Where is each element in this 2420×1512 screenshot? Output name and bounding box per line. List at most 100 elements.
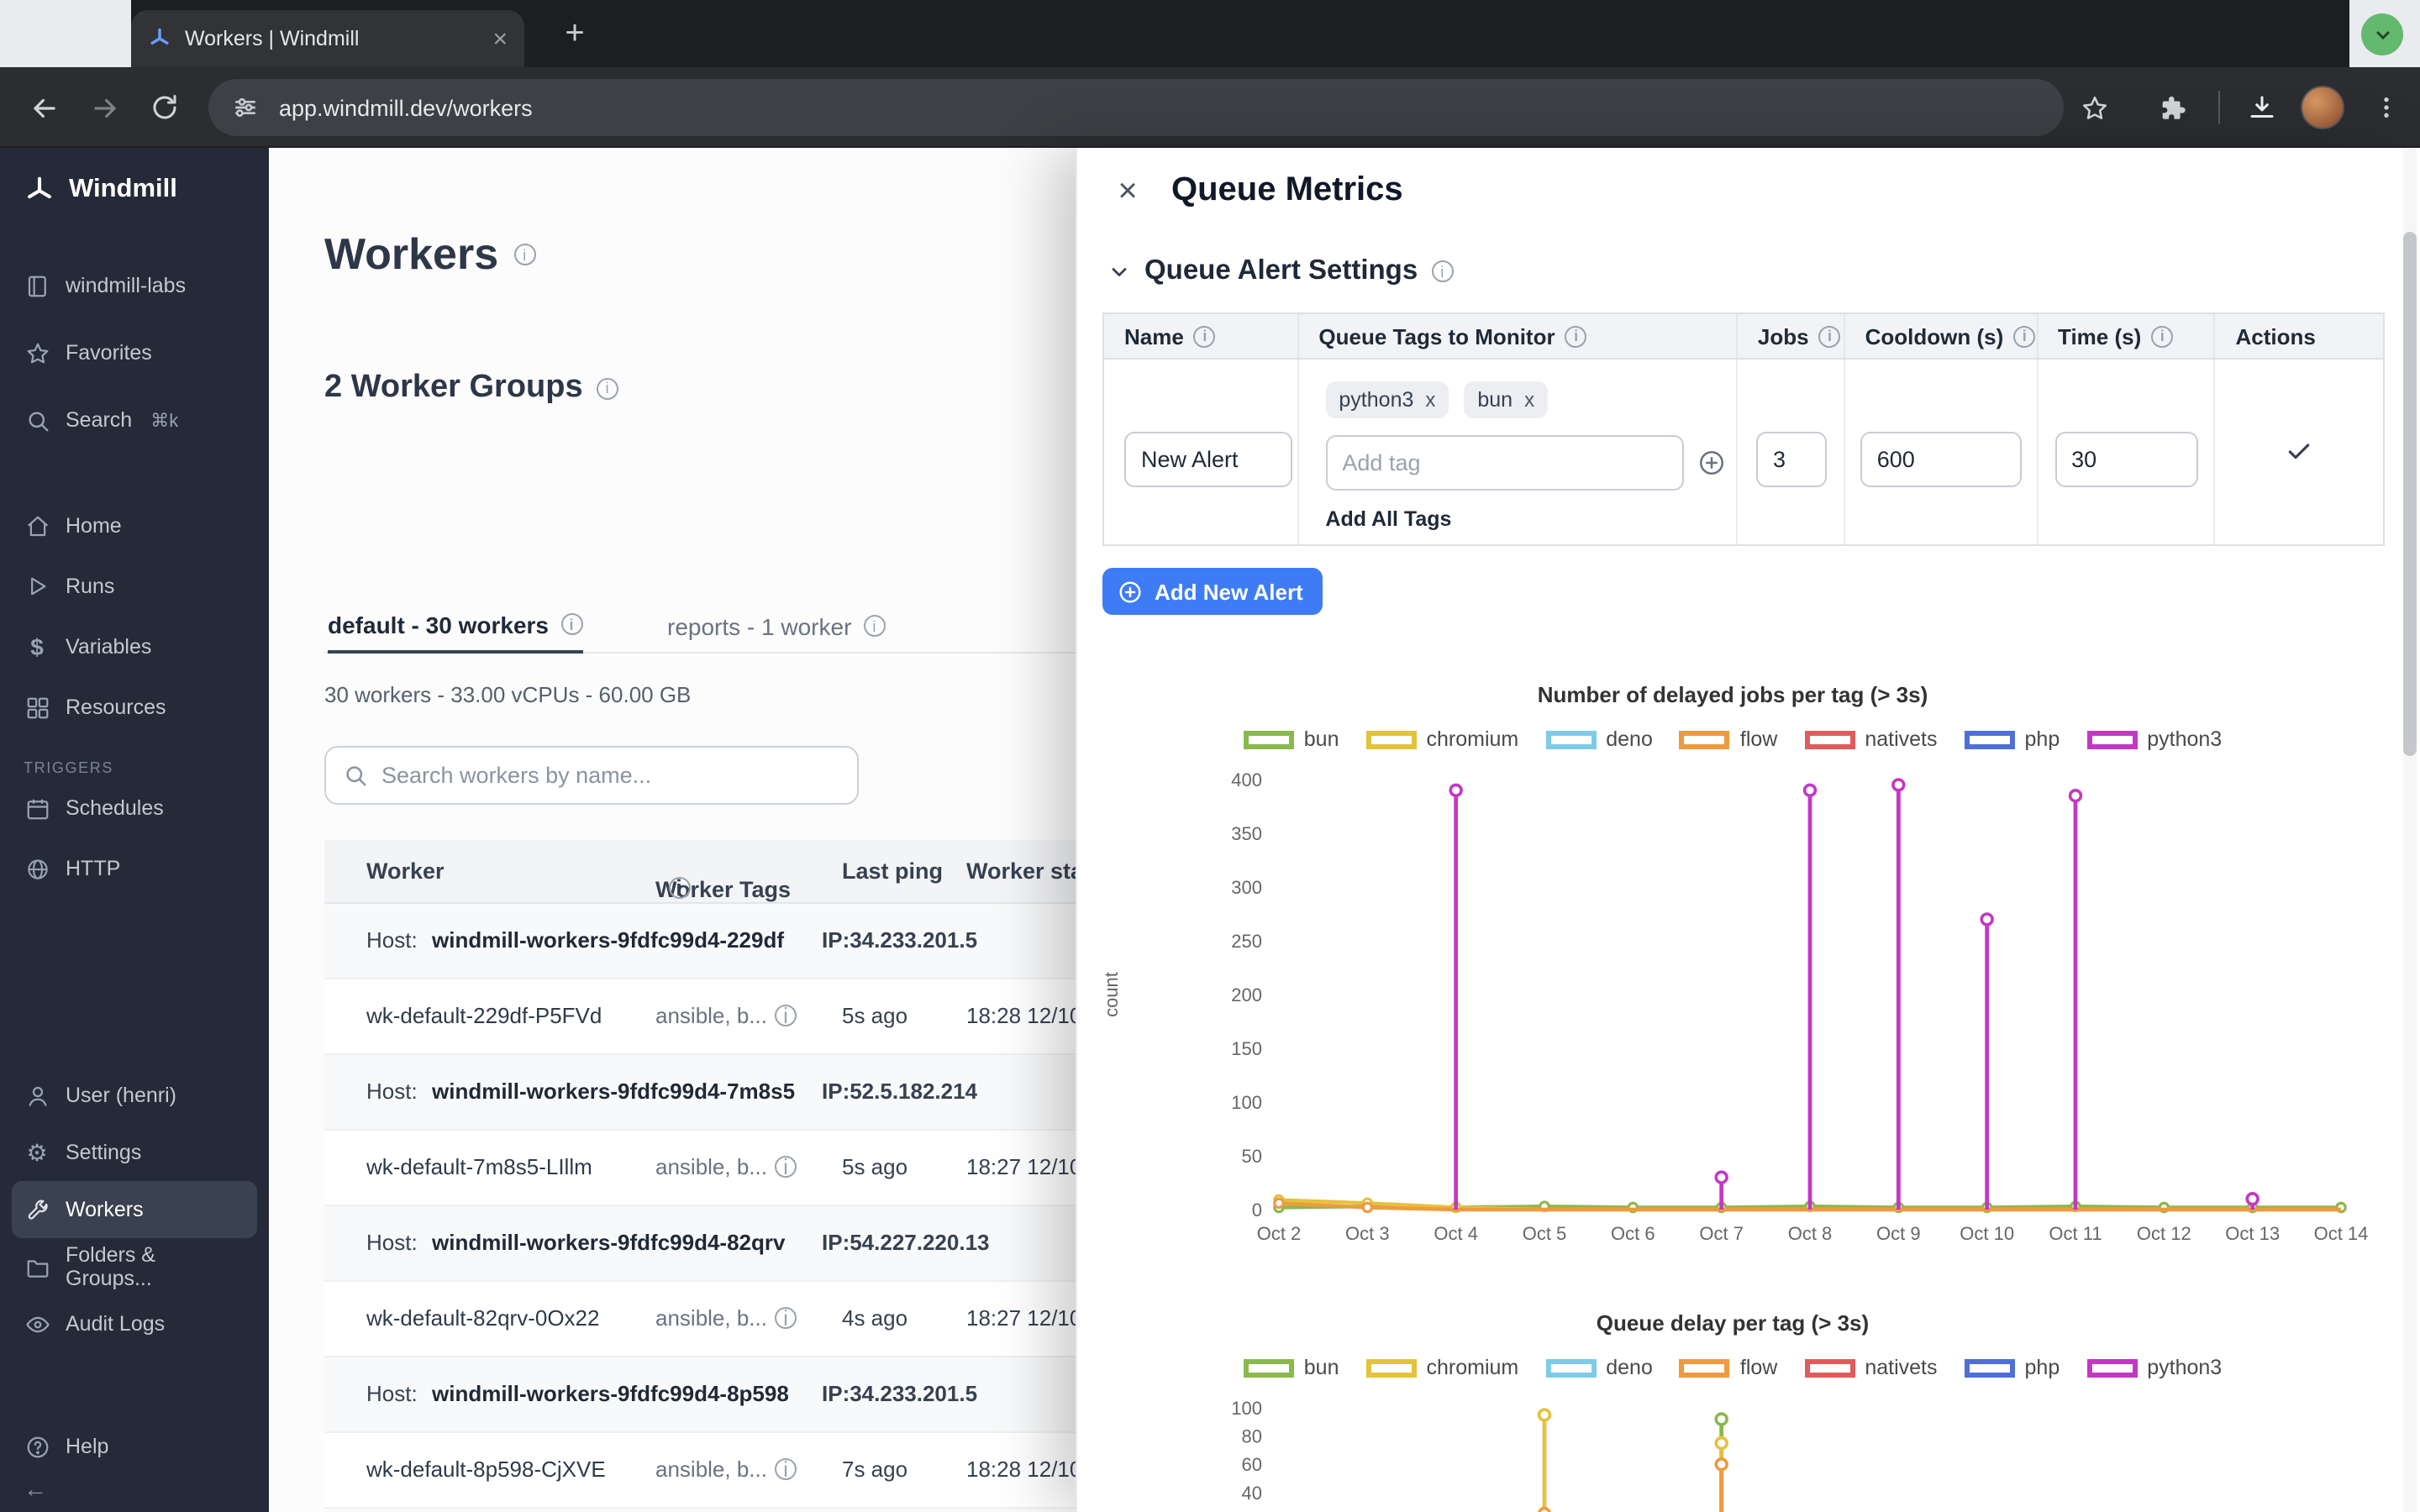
sidebar-item-runs[interactable]: Runs bbox=[0, 556, 269, 617]
svg-text:Oct 8: Oct 8 bbox=[1788, 1223, 1833, 1244]
svg-text:Oct 6: Oct 6 bbox=[1611, 1223, 1655, 1244]
legend-nativets[interactable]: nativets bbox=[1804, 1356, 1937, 1379]
extensions-icon[interactable] bbox=[2151, 87, 2191, 128]
chevron-down-icon[interactable] bbox=[1107, 260, 1131, 283]
legend-flow[interactable]: flow bbox=[1680, 727, 1777, 751]
sidebar-item-variables[interactable]: $ Variables bbox=[0, 617, 269, 677]
info-icon[interactable] bbox=[597, 377, 618, 399]
col-name: Name bbox=[1124, 323, 1184, 349]
info-icon[interactable] bbox=[560, 613, 582, 635]
info-icon[interactable] bbox=[775, 1005, 797, 1026]
worker-groups-heading: 2 Worker Groups bbox=[324, 370, 583, 407]
sidebar-item-search[interactable]: Search ⌘k bbox=[0, 386, 269, 454]
legend-flow[interactable]: flow bbox=[1680, 1356, 1777, 1379]
legend-php[interactable]: php bbox=[1965, 1356, 2060, 1379]
sidebar-item-user[interactable]: User (henri) bbox=[0, 1067, 269, 1124]
add-tag-input[interactable] bbox=[1325, 435, 1683, 491]
info-icon[interactable] bbox=[1565, 325, 1587, 347]
info-icon[interactable] bbox=[1819, 325, 1841, 347]
legend-nativets[interactable]: nativets bbox=[1804, 727, 1937, 751]
info-icon[interactable] bbox=[1431, 260, 1453, 282]
legend-swatch bbox=[1545, 730, 1596, 748]
legend-label: deno bbox=[1606, 1356, 1653, 1379]
close-icon[interactable]: × bbox=[1101, 165, 1155, 218]
sidebar-item-workers[interactable]: Workers bbox=[12, 1181, 257, 1238]
sidebar-item-home[interactable]: Home bbox=[0, 496, 269, 556]
info-icon[interactable] bbox=[513, 244, 535, 265]
sidebar-item-audit-logs[interactable]: Audit Logs bbox=[0, 1295, 269, 1352]
legend-bun[interactable]: bun bbox=[1244, 1356, 1339, 1379]
tab-close-icon[interactable]: × bbox=[492, 26, 508, 51]
tab-label: reports - 1 worker bbox=[667, 612, 851, 639]
schedules-label: Schedules bbox=[66, 796, 164, 820]
remove-tag-icon[interactable]: x bbox=[1524, 388, 1534, 412]
bookmark-star-icon[interactable] bbox=[2074, 87, 2114, 128]
tab-reports-group[interactable]: reports - 1 worker bbox=[667, 598, 885, 654]
remove-tag-icon[interactable]: x bbox=[1425, 388, 1435, 412]
info-icon[interactable] bbox=[775, 1156, 797, 1178]
sidebar-item-settings[interactable]: ⚙ Settings bbox=[0, 1124, 269, 1181]
collapse-sidebar-icon[interactable]: ← bbox=[24, 1475, 47, 1502]
forward-button[interactable] bbox=[84, 87, 124, 128]
legend-deno[interactable]: deno bbox=[1545, 727, 1653, 751]
http-label: HTTP bbox=[66, 857, 120, 880]
info-icon[interactable] bbox=[775, 1458, 797, 1480]
svg-text:count: count bbox=[1101, 972, 1122, 1017]
drawer-scrollbar[interactable] bbox=[2403, 232, 2417, 756]
info-icon[interactable] bbox=[863, 615, 885, 637]
info-icon[interactable] bbox=[775, 1307, 797, 1329]
sidebar-item-resources[interactable]: Resources bbox=[0, 677, 269, 738]
sidebar-item-folders-groups[interactable]: Folders & Groups... bbox=[0, 1238, 269, 1295]
host-label: Host: bbox=[366, 1079, 418, 1104]
sidebar-item-http[interactable]: HTTP bbox=[0, 838, 269, 899]
profile-avatar[interactable] bbox=[2301, 86, 2344, 129]
legend-chromium[interactable]: chromium bbox=[1366, 1356, 1519, 1379]
legend-deno[interactable]: deno bbox=[1545, 1356, 1653, 1379]
svg-text:Oct 13: Oct 13 bbox=[2225, 1223, 2280, 1244]
legend-php[interactable]: php bbox=[1965, 727, 2060, 751]
info-icon[interactable] bbox=[2151, 325, 2173, 347]
site-settings-icon[interactable] bbox=[232, 94, 259, 121]
confirm-alert-button[interactable] bbox=[2216, 360, 2383, 544]
sidebar-item-favorites[interactable]: Favorites bbox=[0, 319, 269, 386]
time-input[interactable] bbox=[2054, 432, 2197, 487]
browser-menu-icon[interactable] bbox=[2366, 87, 2407, 128]
sidebar-item-schedules[interactable]: Schedules bbox=[0, 778, 269, 838]
alert-name-input[interactable] bbox=[1124, 432, 1292, 487]
brand[interactable]: Windmill bbox=[0, 168, 201, 212]
back-button[interactable] bbox=[24, 87, 64, 128]
svg-text:100: 100 bbox=[1231, 1092, 1262, 1113]
add-new-alert-button[interactable]: Add New Alert bbox=[1102, 568, 1323, 615]
boxes-icon bbox=[24, 695, 50, 720]
new-tab-button[interactable]: + bbox=[555, 13, 595, 54]
svg-text:Oct 7: Oct 7 bbox=[1699, 1223, 1744, 1244]
add-all-tags-link[interactable]: Add All Tags bbox=[1325, 507, 1451, 531]
search-input[interactable] bbox=[381, 763, 840, 788]
legend-python3[interactable]: python3 bbox=[2086, 1356, 2222, 1379]
sidebar-item-workspace[interactable]: windmill-labs bbox=[0, 252, 269, 319]
dollar-icon: $ bbox=[24, 633, 50, 660]
tab-search-button[interactable] bbox=[2361, 13, 2403, 55]
url-text[interactable]: app.windmill.dev/workers bbox=[279, 95, 533, 120]
browser-tab[interactable]: Workers | Windmill × bbox=[131, 10, 524, 67]
sidebar-item-help[interactable]: Help bbox=[0, 1418, 269, 1475]
info-icon[interactable] bbox=[2013, 325, 2035, 347]
section-title[interactable]: Queue Alert Settings bbox=[1144, 255, 1418, 287]
cooldown-input[interactable] bbox=[1860, 432, 2022, 487]
tab-default-group[interactable]: default - 30 workers bbox=[328, 598, 582, 654]
downloads-icon[interactable] bbox=[2242, 87, 2282, 128]
checkmark-icon bbox=[2286, 438, 2312, 465]
legend-chromium[interactable]: chromium bbox=[1366, 727, 1519, 751]
add-tag-plus-icon[interactable] bbox=[1697, 449, 1725, 486]
worker-search[interactable] bbox=[324, 746, 859, 805]
host-name: windmill-workers-9fdfc99d4-7m8s5 bbox=[432, 1079, 795, 1104]
legend-bun[interactable]: bun bbox=[1244, 727, 1339, 751]
address-bar[interactable]: app.windmill.dev/workers bbox=[208, 79, 2064, 136]
legend-python3[interactable]: python3 bbox=[2086, 727, 2222, 751]
worker-last-ping: 4s ago bbox=[842, 1305, 908, 1331]
info-icon[interactable] bbox=[668, 877, 690, 899]
browser-tab-strip: Workers | Windmill × + bbox=[0, 0, 2420, 67]
jobs-input[interactable] bbox=[1756, 432, 1827, 487]
reload-button[interactable] bbox=[145, 87, 185, 128]
info-icon[interactable] bbox=[1194, 325, 1216, 347]
